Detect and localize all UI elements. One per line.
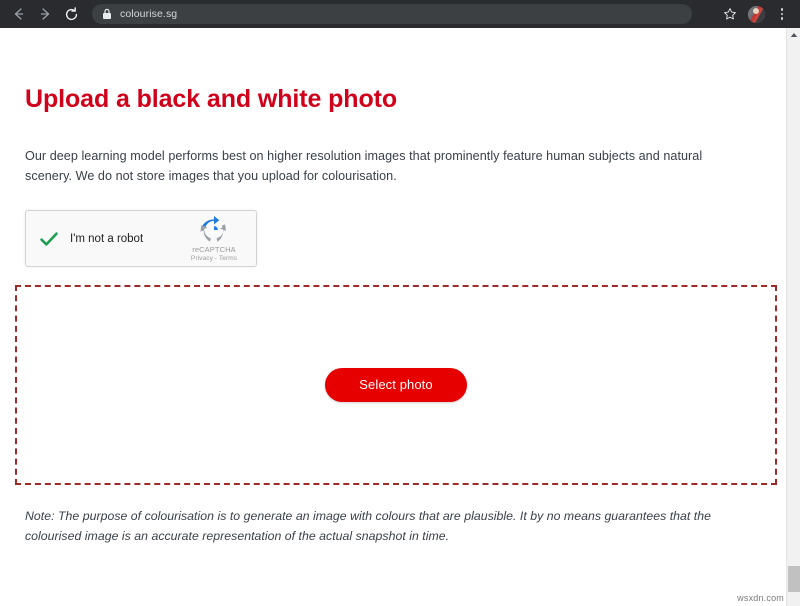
browser-window: colourise.sg Upload a black and white ph… — [0, 0, 800, 606]
page-scrollbar[interactable] — [786, 28, 800, 606]
recaptcha-brand-name: reCAPTCHA — [192, 244, 236, 254]
photo-dropzone[interactable]: Select photo — [15, 285, 777, 486]
recaptcha-checkbox[interactable] — [37, 227, 61, 251]
checkmark-icon — [40, 231, 58, 246]
recaptcha-logo-icon — [200, 215, 227, 242]
back-arrow-icon — [14, 8, 24, 20]
page-viewport: Upload a black and white photo Our deep … — [0, 28, 800, 606]
reload-icon — [65, 6, 77, 20]
lock-icon — [102, 8, 112, 20]
back-button[interactable] — [6, 1, 32, 27]
url-text: colourise.sg — [120, 8, 178, 20]
recaptcha-privacy-terms[interactable]: Privacy - Terms — [191, 255, 237, 262]
toolbar-actions — [718, 2, 794, 26]
intro-paragraph: Our deep learning model performs best on… — [25, 149, 703, 183]
forward-arrow-icon — [40, 8, 50, 20]
recaptcha-label: I'm not a robot — [70, 232, 144, 245]
chevron-up-icon — [790, 33, 798, 37]
recaptcha-widget[interactable]: I'm not a robot reCAPTCHA Privacy - Term… — [25, 210, 257, 268]
content-column: Upload a black and white photo Our deep … — [0, 28, 786, 546]
profile-button[interactable] — [744, 2, 768, 26]
forward-button[interactable] — [32, 1, 58, 27]
avatar — [747, 5, 765, 23]
select-photo-button[interactable]: Select photo — [325, 368, 467, 403]
reload-button[interactable] — [58, 1, 84, 27]
page-content: Upload a black and white photo Our deep … — [0, 28, 786, 606]
watermark: wsxdn.com — [737, 593, 784, 603]
scrollbar-up-arrow[interactable] — [787, 28, 800, 42]
star-icon — [724, 8, 736, 20]
address-bar[interactable]: colourise.sg — [92, 4, 692, 24]
three-dots-icon — [780, 8, 784, 20]
recaptcha-brand: reCAPTCHA Privacy - Terms — [183, 215, 245, 262]
scrollbar-thumb[interactable] — [788, 566, 800, 592]
browser-toolbar: colourise.sg — [0, 0, 800, 28]
note-paragraph: Note: The purpose of colourisation is to… — [25, 509, 711, 543]
bookmark-star-button[interactable] — [718, 2, 742, 26]
chrome-menu-button[interactable] — [770, 2, 794, 26]
page-title: Upload a black and white photo — [25, 85, 398, 113]
